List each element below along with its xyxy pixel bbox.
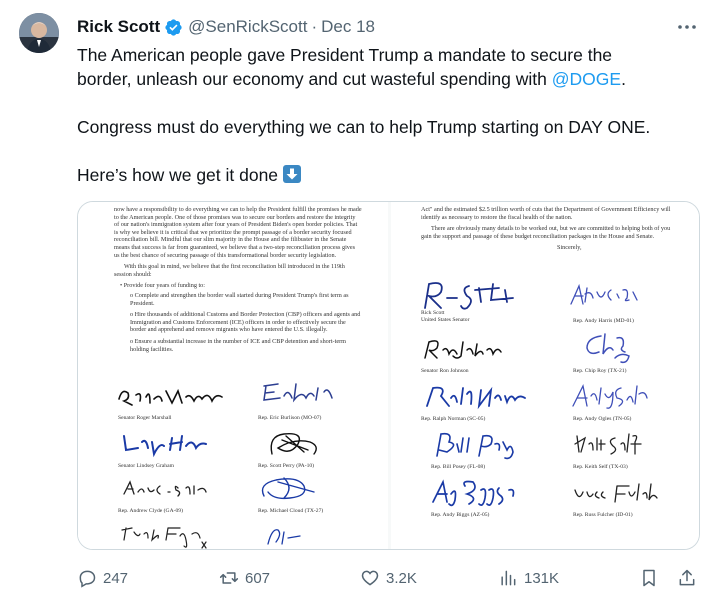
reply-icon: [79, 570, 96, 588]
views-chart-icon: [501, 570, 516, 586]
signature-label: Rep. Michael Cloud (TX-27): [258, 508, 324, 514]
tweet-paragraph-2: Congress must do everything we can to he…: [77, 117, 651, 137]
signature-posey: [431, 430, 521, 462]
repost-icon: [219, 572, 239, 584]
signature-name: Rick Scott: [421, 310, 445, 316]
letter-paragraph: With this goal in mind, we believe that …: [114, 263, 345, 278]
bookmark-button[interactable]: [639, 566, 659, 590]
letter-paragraph: Act" and the estimated $2.5 trillion wor…: [421, 206, 671, 221]
signature-label: Rep. Russ Fulcher (ID-01): [573, 512, 633, 518]
share-button[interactable]: [677, 566, 697, 590]
down-arrow-emoji-icon: [282, 164, 302, 184]
signature-label: Senator Ron Johnson: [421, 368, 469, 374]
like-button[interactable]: 3.2K: [360, 566, 417, 590]
repost-count: 607: [245, 569, 271, 587]
author-handle[interactable]: @SenRickScott: [188, 17, 307, 37]
signature-ogles: [569, 382, 649, 412]
signature-label: Senator Lindsey Graham: [118, 463, 174, 469]
letter-sub-bullet: Complete and strengthen the border wall …: [130, 291, 349, 307]
letter-page-left: now have a responsibility to do everythi…: [78, 202, 388, 549]
letter-image[interactable]: now have a responsibility to do everythi…: [77, 201, 700, 550]
signature-title: United States Senator: [421, 317, 470, 323]
signature-label: Rep. Keith Self (TX-03): [573, 464, 628, 470]
tweet-card[interactable]: Rick Scott @SenRickScott · Dec 18 The Am…: [0, 0, 722, 600]
bookmark-icon: [643, 569, 655, 587]
signature-clyde: [120, 478, 210, 500]
signature-label: Rep. Andy Harris (MD-01): [573, 318, 634, 324]
view-count: 131K: [524, 569, 560, 587]
letter-page-right: Act" and the estimated $2.5 trillion wor…: [391, 202, 699, 549]
letter-sub-bullet: Hire thousands of additional Customs and…: [130, 311, 361, 334]
signature-label: Rep. Chip Roy (TX-21): [573, 368, 627, 374]
letter-paragraph: There are obviously many details to be w…: [421, 225, 671, 240]
letter-right-body: Act" and the estimated $2.5 trillion wor…: [421, 206, 676, 256]
heart-icon: [361, 570, 379, 586]
tweet-actions: 247 607 3.2K 131K: [77, 566, 707, 590]
views-button[interactable]: 131K: [498, 566, 559, 590]
verified-badge-icon: [164, 18, 183, 37]
signature-label: Rep. Bill Posey (FL-08): [431, 464, 486, 470]
letter-left-body: now have a responsibility to do everythi…: [114, 206, 362, 353]
signature-label: Rep. Eric Burlison (MO-07): [258, 415, 322, 421]
signature-marshall: [116, 385, 226, 409]
signature-label: Senator Roger Marshall: [118, 415, 172, 421]
signature-label: Rick Scott United States Senator: [421, 310, 469, 324]
signature-burlison: [258, 380, 338, 410]
tweet-line-2-end: .: [621, 69, 626, 89]
author-name[interactable]: Rick Scott: [77, 17, 160, 37]
letter-closing: Sincerely,: [557, 244, 582, 252]
signature-harris: [567, 282, 647, 310]
share-icon: [679, 569, 695, 586]
signature-label: Rep. Andy Biggs (AZ-05): [431, 512, 490, 518]
tweet-date[interactable]: Dec 18: [321, 17, 375, 37]
signature-partial: [264, 524, 304, 548]
signature-biggs: [429, 476, 529, 510]
signature-label: Rep. Andy Ogles (TN-05): [573, 416, 632, 422]
signature-graham: [120, 432, 210, 458]
tweet-line-1: The American people gave President Trump…: [77, 45, 613, 65]
signature-johnson: [421, 336, 511, 364]
avatar[interactable]: [19, 13, 59, 53]
signature-fulcher: [571, 480, 661, 508]
separator-dot: ·: [311, 17, 318, 36]
tweet-text: The American people gave President Trump…: [77, 43, 707, 211]
like-count: 3.2K: [386, 569, 417, 587]
signature-tiffany: [118, 524, 208, 549]
signature-cloud: [254, 472, 324, 504]
signature-rick-scott: [417, 278, 527, 312]
letter-sub-bullet: Ensure a substantial increase in the num…: [130, 337, 346, 353]
signature-perry: [264, 426, 324, 460]
letter-bullet: Provide four years of funding to:: [123, 282, 205, 290]
signature-label: Rep. Andrew Clyde (GA-09): [118, 508, 183, 514]
signature-self: [571, 430, 651, 460]
tweet-paragraph-3: Here’s how we get it done: [77, 165, 279, 185]
signature-label: Rep. Ralph Norman (SC-05): [421, 416, 486, 422]
doge-mention-link[interactable]: @DOGE: [552, 69, 621, 89]
reply-count: 247: [103, 569, 129, 587]
signature-roy: [577, 330, 637, 366]
tweet-line-2: border, unleash our economy and cut wast…: [77, 69, 552, 89]
repost-button[interactable]: 607: [219, 566, 270, 590]
signature-label: Rep. Scott Perry (PA-10): [258, 463, 315, 469]
tweet-header: Rick Scott @SenRickScott · Dec 18: [77, 14, 375, 40]
signature-norman: [421, 382, 531, 412]
reply-button[interactable]: 247: [77, 566, 128, 590]
letter-paragraph: now have a responsibility to do everythi…: [114, 206, 362, 259]
more-options-icon[interactable]: [672, 16, 702, 38]
